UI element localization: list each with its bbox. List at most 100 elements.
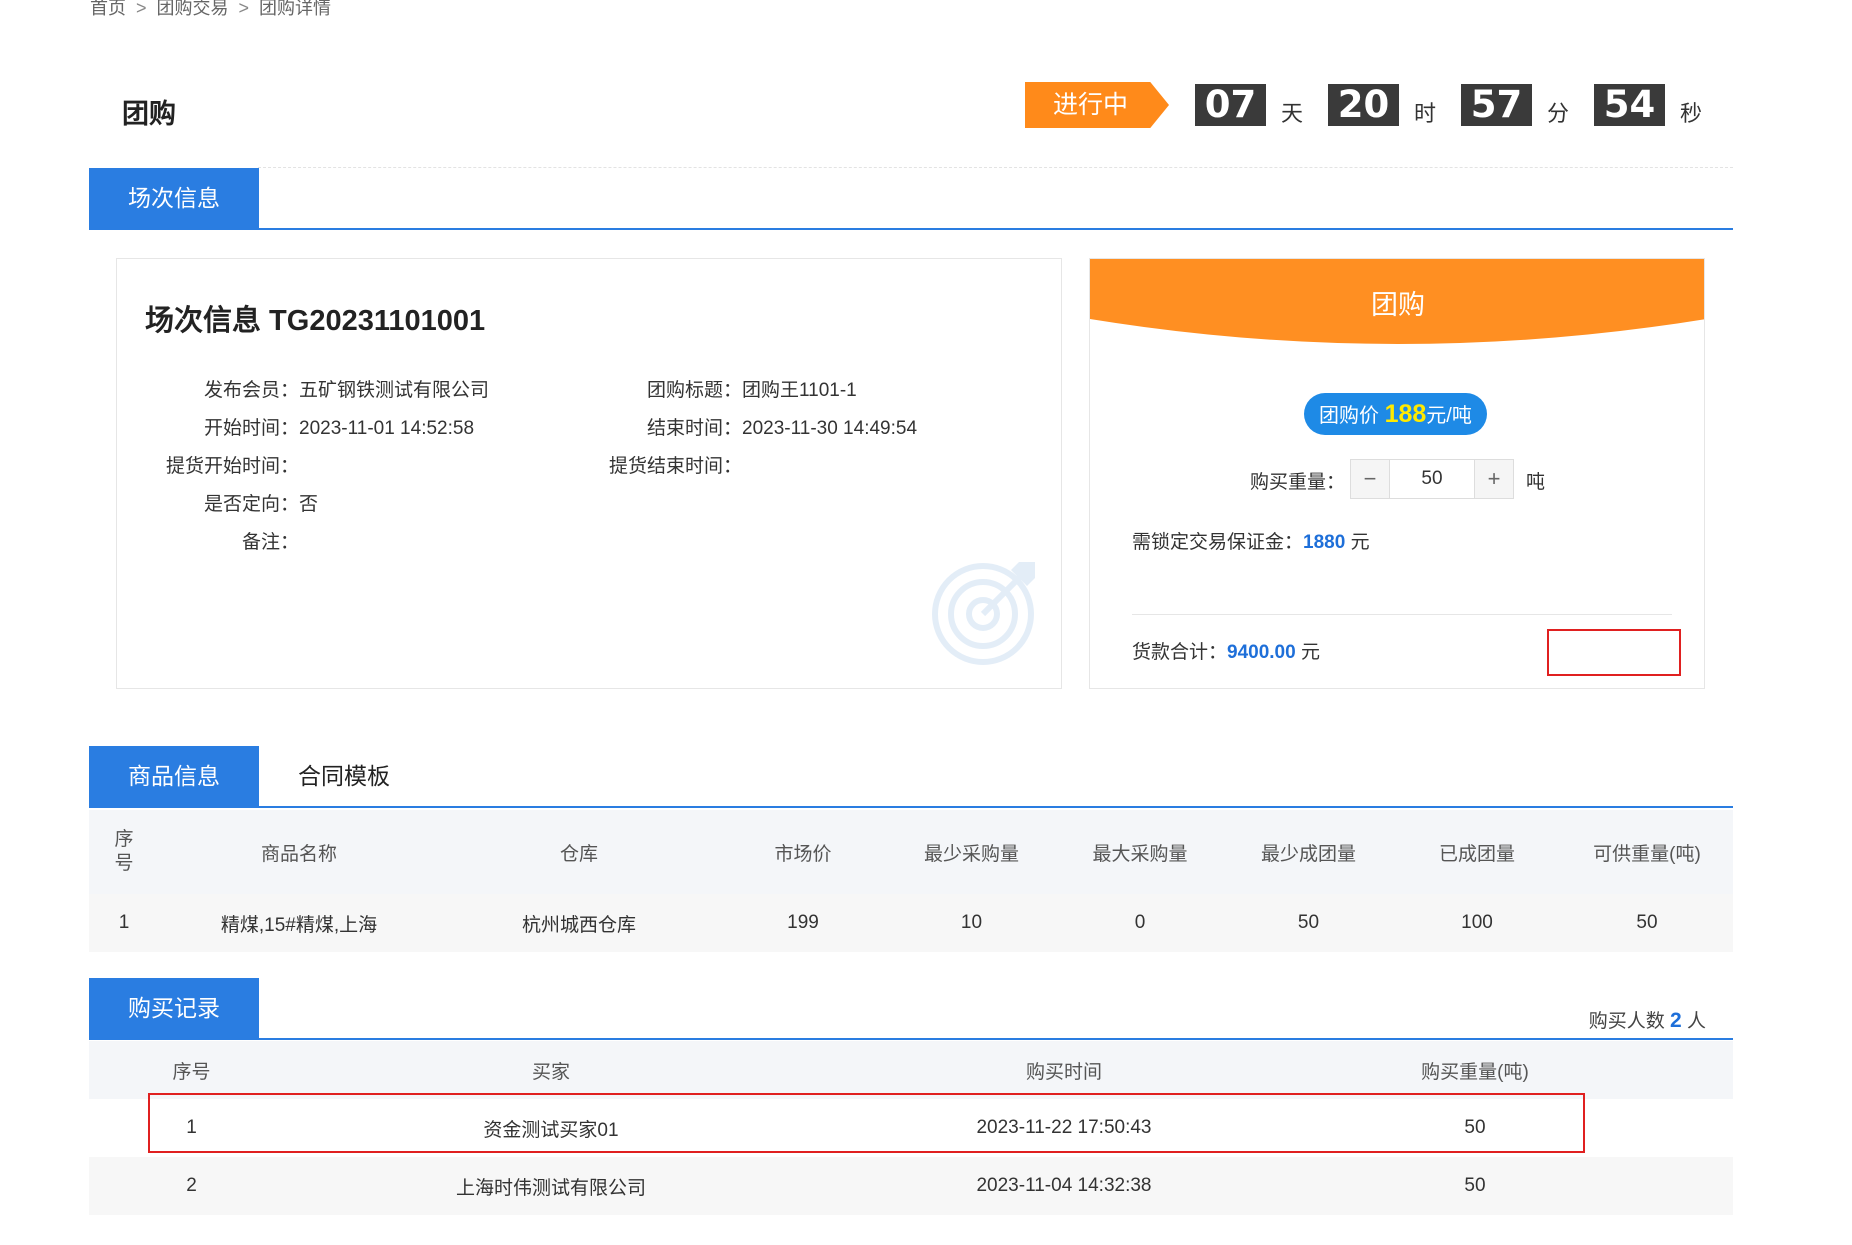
- end-time-label: 结束时间：: [646, 418, 742, 439]
- col-record-index: 序号: [172, 1061, 211, 1083]
- quantity-unit: 吨: [1526, 472, 1546, 493]
- cell-grouped: 100: [1461, 912, 1493, 933]
- tab-purchase-records[interactable]: 购买记录: [89, 978, 259, 1038]
- col-purchase-weight: 购买重量(吨): [1421, 1061, 1529, 1083]
- directed-value: 否: [299, 494, 319, 515]
- start-time-value: 2023-11-01 14:52:58: [299, 418, 475, 439]
- table-row: 2 上海时伟测试有限公司 2023-11-04 14:32:38 50: [89, 1157, 1733, 1215]
- pickup-end-row: 提货结束时间：: [592, 451, 742, 478]
- group-price-pill: 团购价 188元/吨: [1304, 393, 1487, 435]
- deposit-label: 需锁定交易保证金：: [1132, 532, 1304, 553]
- breadcrumb-group-trade[interactable]: 团购交易: [157, 0, 229, 20]
- end-time-value: 2023-11-30 14:49:54: [742, 418, 918, 439]
- directed-label: 是否定向：: [203, 494, 299, 515]
- quantity-label: 购买重量：: [1250, 472, 1346, 493]
- col-index: 序 号: [114, 829, 134, 874]
- col-max-purchase: 最大采购量: [1092, 843, 1188, 865]
- total-label: 货款合计：: [1132, 642, 1228, 663]
- countdown-hours: 20: [1328, 84, 1399, 126]
- session-title: 场次信息 TG20231101001: [145, 305, 486, 337]
- purchase-button[interactable]: [1547, 629, 1681, 676]
- decrease-button[interactable]: −: [1351, 460, 1390, 498]
- col-warehouse: 仓库: [559, 843, 598, 865]
- deposit-row: 需锁定交易保证金：1880 元: [1132, 527, 1370, 554]
- cell-purchase-weight: 50: [1464, 1175, 1486, 1196]
- buyers-count-value: 2: [1670, 1009, 1682, 1032]
- countdown-days-unit: 天: [1281, 101, 1304, 126]
- records-table-header: 序号 买家 购买时间 购买重量(吨): [89, 1041, 1733, 1099]
- buyers-count-label: 购买人数: [1588, 1011, 1665, 1032]
- total-unit: 元: [1295, 642, 1320, 663]
- countdown-seconds-unit: 秒: [1680, 101, 1703, 126]
- tab-goods-info[interactable]: 商品信息: [89, 746, 259, 806]
- col-buyer: 买家: [531, 1061, 570, 1083]
- total-value: 9400.00: [1227, 642, 1296, 663]
- directed-row: 是否定向：否: [147, 489, 318, 516]
- cell-min-purchase: 10: [960, 912, 983, 933]
- breadcrumb-separator: >: [136, 0, 147, 18]
- pickup-start-label: 提货开始时间：: [165, 456, 299, 477]
- col-supply-weight: 可供重量(吨): [1593, 843, 1701, 865]
- page-title: 团购: [122, 99, 176, 129]
- status-badge: 进行中: [1025, 82, 1169, 128]
- pickup-end-label: 提货结束时间：: [608, 456, 742, 477]
- price-unit: 元/吨: [1426, 405, 1472, 427]
- breadcrumb: 首页 > 团购交易 > 团购详情: [90, 0, 331, 20]
- start-time-label: 开始时间：: [203, 418, 299, 439]
- quantity-input[interactable]: [1390, 460, 1474, 498]
- tab-session-info[interactable]: 场次信息: [89, 168, 259, 228]
- cell-index: 1: [118, 912, 130, 933]
- remark-row: 备注：: [147, 527, 299, 554]
- col-min-purchase: 最少采购量: [923, 843, 1019, 865]
- increase-button[interactable]: +: [1474, 460, 1513, 498]
- group-title-value: 团购王1101-1: [742, 380, 857, 401]
- tab-contract-template[interactable]: 合同模板: [259, 746, 429, 806]
- table-row: 1 精煤,15#精煤,上海 杭州城西仓库 199 10 0 50 100 50: [89, 894, 1733, 952]
- price-value: 188: [1384, 400, 1427, 428]
- countdown-minutes-unit: 分: [1547, 101, 1570, 126]
- countdown-days: 07: [1195, 84, 1266, 126]
- cell-buyer: 上海时伟测试有限公司: [455, 1177, 646, 1199]
- buy-panel-title: 团购: [1371, 290, 1425, 320]
- pickup-start-row: 提货开始时间：: [147, 451, 299, 478]
- remark-label: 备注：: [241, 532, 299, 553]
- buyers-count-unit: 人: [1686, 1011, 1706, 1032]
- cell-warehouse: 杭州城西仓库: [521, 914, 636, 936]
- price-prefix: 团购价: [1319, 405, 1379, 427]
- cell-market-price: 199: [787, 912, 819, 933]
- col-product-name: 商品名称: [260, 843, 337, 865]
- cell-product-name: 精煤,15#精煤,上海: [220, 914, 378, 936]
- countdown-minutes: 57: [1461, 84, 1532, 126]
- col-purchase-time: 购买时间: [1025, 1061, 1102, 1083]
- buy-panel: 团购 团购价 188元/吨 购买重量： − + 吨 需锁定交易保证金：1880 …: [1089, 258, 1705, 689]
- buyers-count: 购买人数 2 人: [1589, 1006, 1706, 1033]
- publisher-row: 发布会员：五矿钢铁测试有限公司: [147, 375, 489, 402]
- end-time-row: 结束时间：2023-11-30 14:49:54: [592, 413, 917, 440]
- buy-panel-divider: [1132, 614, 1672, 615]
- col-min-group: 最少成团量: [1260, 843, 1356, 865]
- cell-purchase-time: 2023-11-04 14:32:38: [976, 1175, 1152, 1196]
- goods-table-header: 序 号 商品名称 仓库 市场价 最少采购量 最大采购量 最少成团量 已成团量 可…: [89, 810, 1733, 894]
- session-tab-bar: 场次信息: [89, 168, 1733, 230]
- highlight-box: [148, 1093, 1585, 1153]
- goods-tab-bar: 商品信息 合同模板: [89, 746, 1733, 808]
- goods-table: 序 号 商品名称 仓库 市场价 最少采购量 最大采购量 最少成团量 已成团量 可…: [89, 810, 1733, 952]
- cell-record-index: 2: [186, 1175, 197, 1196]
- breadcrumb-separator: >: [238, 0, 250, 18]
- countdown-seconds: 54: [1594, 84, 1665, 126]
- deposit-value: 1880: [1303, 532, 1346, 553]
- col-grouped: 已成团量: [1438, 843, 1515, 865]
- breadcrumb-home[interactable]: 首页: [90, 0, 126, 20]
- publisher-label: 发布会员：: [203, 380, 299, 401]
- group-title-label: 团购标题：: [646, 380, 742, 401]
- cell-max-purchase: 0: [1134, 912, 1146, 933]
- deposit-unit: 元: [1345, 532, 1370, 553]
- cell-min-group: 50: [1297, 912, 1320, 933]
- records-tab-bar: 购买记录 购买人数 2 人: [89, 978, 1733, 1040]
- total-row: 货款合计：9400.00 元: [1132, 637, 1320, 664]
- publisher-value: 五矿钢铁测试有限公司: [299, 380, 490, 401]
- start-time-row: 开始时间：2023-11-01 14:52:58: [147, 413, 474, 440]
- group-title-row: 团购标题：团购王1101-1: [592, 375, 857, 402]
- session-info-card: 场次信息 TG20231101001 发布会员：五矿钢铁测试有限公司 团购标题：…: [116, 258, 1062, 689]
- countdown-hours-unit: 时: [1414, 101, 1437, 126]
